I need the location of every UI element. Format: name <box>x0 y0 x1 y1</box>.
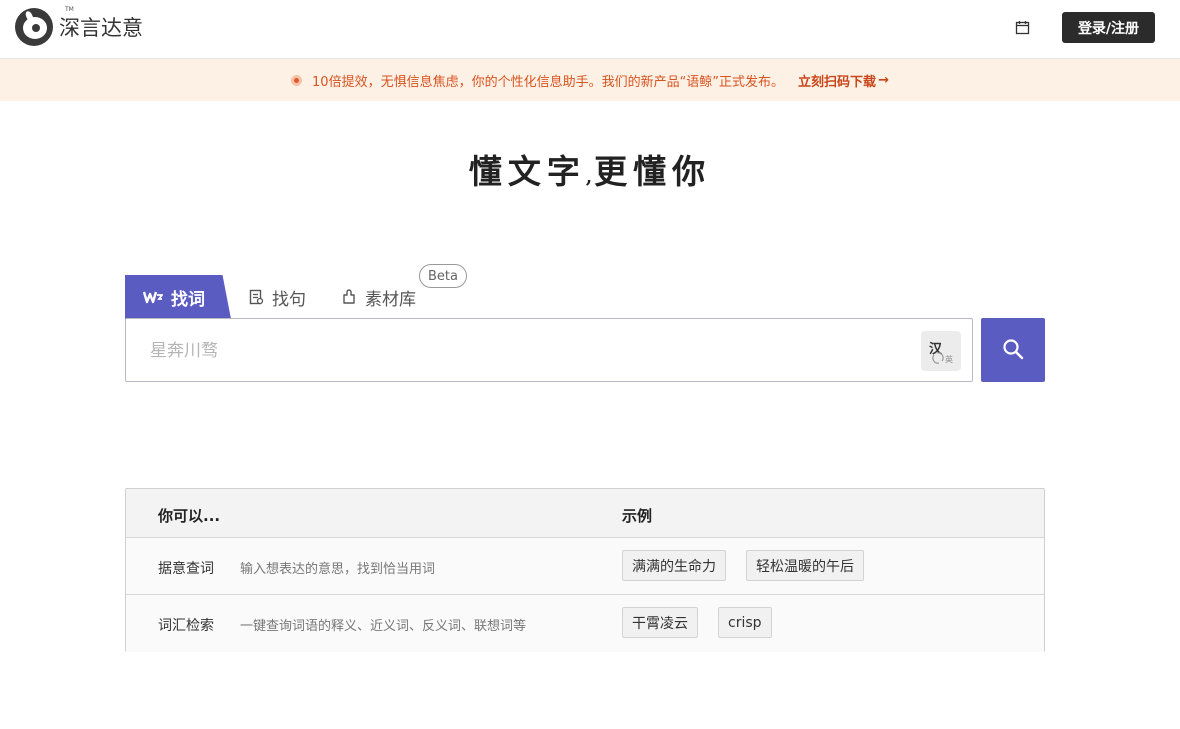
language-toggle[interactable]: 汉 英 <box>921 331 961 371</box>
tab-label: 找句 <box>272 289 306 310</box>
example-chip[interactable]: 满满的生命力 <box>622 550 726 581</box>
search-button[interactable] <box>981 318 1045 382</box>
example-chip[interactable]: crisp <box>718 607 772 638</box>
slogan-part-1: 懂文字 <box>468 152 586 191</box>
table-row: 词汇检索 一键查询词语的释义、近义词、反义词、联想词等 干霄凌云 crisp <box>126 595 1044 652</box>
tab-label: 找词 <box>171 289 205 310</box>
example-chip[interactable]: 干霄凌云 <box>622 607 698 638</box>
search-box: 汉 英 <box>125 318 973 382</box>
search-icon <box>1002 338 1024 363</box>
tab-find-word[interactable]: 找词 <box>125 275 231 319</box>
tab-material-library[interactable]: 素材库 <box>324 275 434 319</box>
brand-logo[interactable]: TM 深言达意 <box>15 6 143 46</box>
calendar-icon[interactable] <box>1015 20 1030 35</box>
column-header-can: 你可以... <box>158 507 221 525</box>
word-icon <box>143 290 163 304</box>
document-icon <box>249 289 264 305</box>
search-mode-tabs: 找词 找句 素材库 <box>125 275 434 319</box>
usage-guide-table: 你可以... 示例 据意查词 输入想表达的意思，找到恰当用词 满满的生命力 轻松… <box>125 488 1045 652</box>
example-chip[interactable]: 轻松温暖的午后 <box>746 550 864 581</box>
beta-badge: Beta <box>419 264 467 288</box>
logo-icon <box>15 8 53 46</box>
arrow-right-icon: → <box>878 72 889 88</box>
trademark-mark: TM <box>65 6 74 13</box>
column-header-examples: 示例 <box>622 507 653 525</box>
row-description: 输入想表达的意思，找到恰当用词 <box>240 562 436 577</box>
slogan-part-2: 更懂你 <box>594 152 712 191</box>
search-input[interactable] <box>150 337 910 365</box>
row-title: 据意查词 <box>158 561 214 577</box>
download-link[interactable]: 立刻扫码下载 → <box>798 71 889 90</box>
lang-english-label: 英 <box>945 355 953 364</box>
slogan-separator: , <box>585 167 595 188</box>
login-register-button[interactable]: 登录/注册 <box>1062 12 1155 43</box>
brand-name: 深言达意 <box>59 16 143 40</box>
tab-find-sentence[interactable]: 找句 <box>231 275 324 319</box>
tab-label: 素材库 <box>365 289 416 310</box>
page-slogan: 懂文字,更懂你 <box>0 145 1180 193</box>
swap-icon <box>932 352 944 364</box>
top-header: TM 深言达意 登录/注册 <box>0 0 1180 59</box>
announcement-text: 10倍提效，无惧信息焦虑，你的个性化信息助手。我们的新产品“语鲸”正式发布。 <box>312 74 785 90</box>
announcement-banner: 10倍提效，无惧信息焦虑，你的个性化信息助手。我们的新产品“语鲸”正式发布。 立… <box>0 59 1180 101</box>
table-row: 据意查词 输入想表达的意思，找到恰当用词 满满的生命力 轻松温暖的午后 <box>126 538 1044 595</box>
row-title: 词汇检索 <box>158 618 214 634</box>
puzzle-icon <box>342 289 357 305</box>
example-chips: 满满的生命力 轻松温暖的午后 <box>622 550 884 581</box>
row-description: 一键查询词语的释义、近义词、反义词、联想词等 <box>240 619 527 634</box>
download-link-label: 立刻扫码下载 <box>798 74 877 90</box>
example-chips: 干霄凌云 crisp <box>622 607 792 638</box>
notice-dot-icon <box>291 74 303 86</box>
table-header: 你可以... 示例 <box>126 489 1044 538</box>
